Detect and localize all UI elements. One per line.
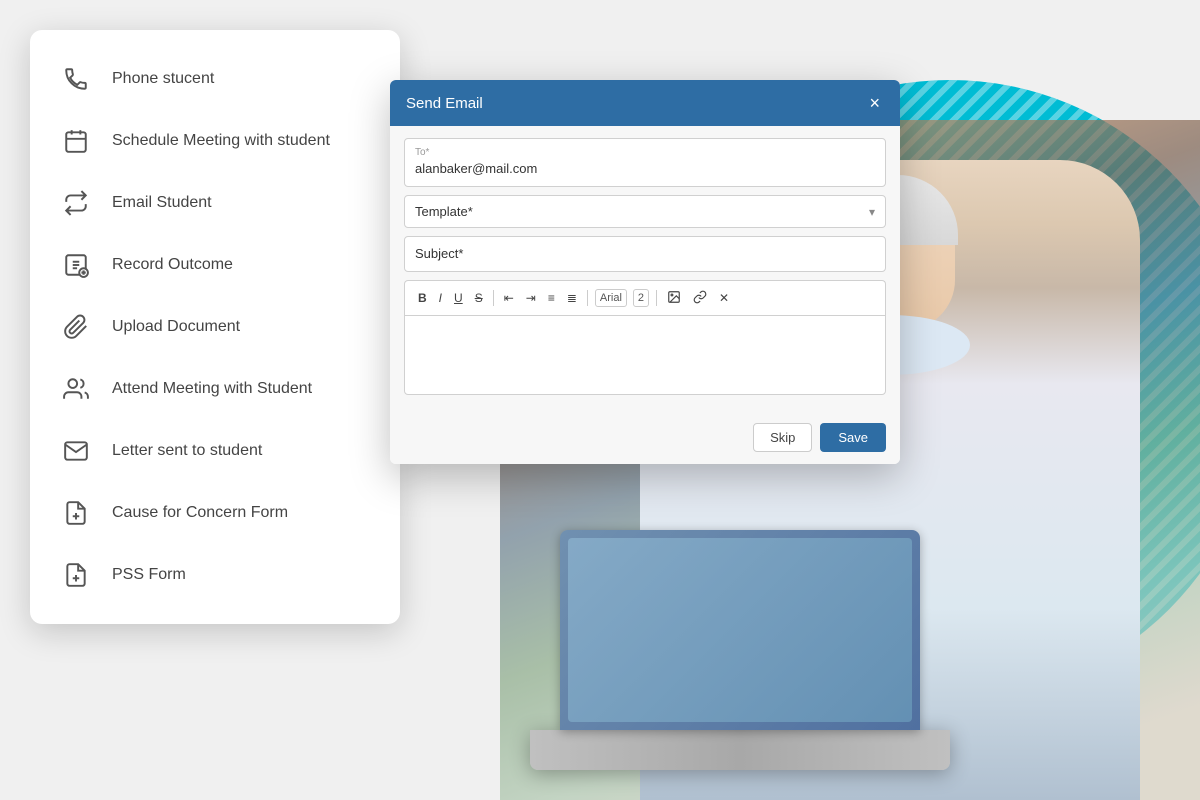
indent-right-button[interactable]: ⇥ <box>521 289 541 307</box>
group-icon <box>58 371 94 407</box>
sidebar-item-email-student[interactable]: Email Student <box>30 172 400 234</box>
email-modal: Send Email × To* Template* ▾ Subject* B … <box>390 80 900 464</box>
sidebar-label-email-student: Email Student <box>112 194 212 212</box>
font-name: Arial <box>595 289 627 307</box>
paperclip-icon <box>58 309 94 345</box>
modal-close-button[interactable]: × <box>865 92 884 114</box>
insert-link-button[interactable] <box>688 287 712 309</box>
underline-button[interactable]: U <box>449 289 468 307</box>
sidebar-label-concern-form: Cause for Concern Form <box>112 504 288 522</box>
save-button[interactable]: Save <box>820 423 886 452</box>
sidebar-label-upload-document: Upload Document <box>112 318 240 336</box>
to-label: To* <box>415 147 875 158</box>
sidebar-item-phone-student[interactable]: Phone stucent <box>30 48 400 110</box>
skip-button[interactable]: Skip <box>753 423 812 452</box>
italic-button[interactable]: I <box>434 289 447 307</box>
modal-footer: Skip Save <box>390 415 900 464</box>
modal-body: To* Template* ▾ Subject* B I U S ⇤ ⇥ ≡ ≣… <box>390 126 900 415</box>
modal-title: Send Email <box>406 95 483 112</box>
sidebar-item-concern-form[interactable]: Cause for Concern Form <box>30 482 400 544</box>
phone-icon <box>58 61 94 97</box>
sidebar-item-letter-sent[interactable]: Letter sent to student <box>30 420 400 482</box>
sidebar-item-pss-form[interactable]: PSS Form <box>30 544 400 606</box>
doc-plus-icon <box>58 495 94 531</box>
sidebar-label-attend-meeting: Attend Meeting with Student <box>112 380 312 398</box>
sidebar-label-pss-form: PSS Form <box>112 566 186 584</box>
editor-area[interactable] <box>404 315 886 395</box>
remove-format-button[interactable]: ✕ <box>714 289 734 307</box>
sidebar-label-letter-sent: Letter sent to student <box>112 442 262 460</box>
calendar-icon <box>58 123 94 159</box>
envelope-icon <box>58 433 94 469</box>
sidebar-item-attend-meeting[interactable]: Attend Meeting with Student <box>30 358 400 420</box>
sidebar-item-schedule-meeting[interactable]: Schedule Meeting with student <box>30 110 400 172</box>
subject-label: Subject* <box>415 246 463 261</box>
to-field: To* <box>404 138 886 187</box>
to-input[interactable] <box>415 161 875 176</box>
sidebar-label-record-outcome: Record Outcome <box>112 256 233 274</box>
font-size: 2 <box>633 289 649 307</box>
editor-toolbar: B I U S ⇤ ⇥ ≡ ≣ Arial 2 ✕ <box>404 280 886 315</box>
sidebar-item-upload-document[interactable]: Upload Document <box>30 296 400 358</box>
list-ul-button[interactable]: ≡ <box>543 289 560 307</box>
subject-field[interactable]: Subject* <box>404 236 886 272</box>
toolbar-separator-2 <box>587 290 588 306</box>
sidebar-item-record-outcome[interactable]: Record Outcome <box>30 234 400 296</box>
template-label: Template* <box>415 204 473 219</box>
doc-plus2-icon <box>58 557 94 593</box>
insert-image-button[interactable] <box>662 287 686 309</box>
strikethrough-button[interactable]: S <box>470 289 488 307</box>
sidebar-label-schedule-meeting: Schedule Meeting with student <box>112 132 330 150</box>
toolbar-separator-3 <box>656 290 657 306</box>
template-field[interactable]: Template* ▾ <box>404 195 886 228</box>
bold-button[interactable]: B <box>413 289 432 307</box>
sidebar-card: Phone stucent Schedule Meeting with stud… <box>30 30 400 624</box>
toolbar-separator-1 <box>493 290 494 306</box>
email-forward-icon <box>58 185 94 221</box>
list-ol-button[interactable]: ≣ <box>562 289 582 307</box>
sidebar-label-phone-student: Phone stucent <box>112 70 214 88</box>
record-icon <box>58 247 94 283</box>
indent-left-button[interactable]: ⇤ <box>499 289 519 307</box>
template-dropdown-arrow: ▾ <box>869 205 875 219</box>
modal-header: Send Email × <box>390 80 900 126</box>
